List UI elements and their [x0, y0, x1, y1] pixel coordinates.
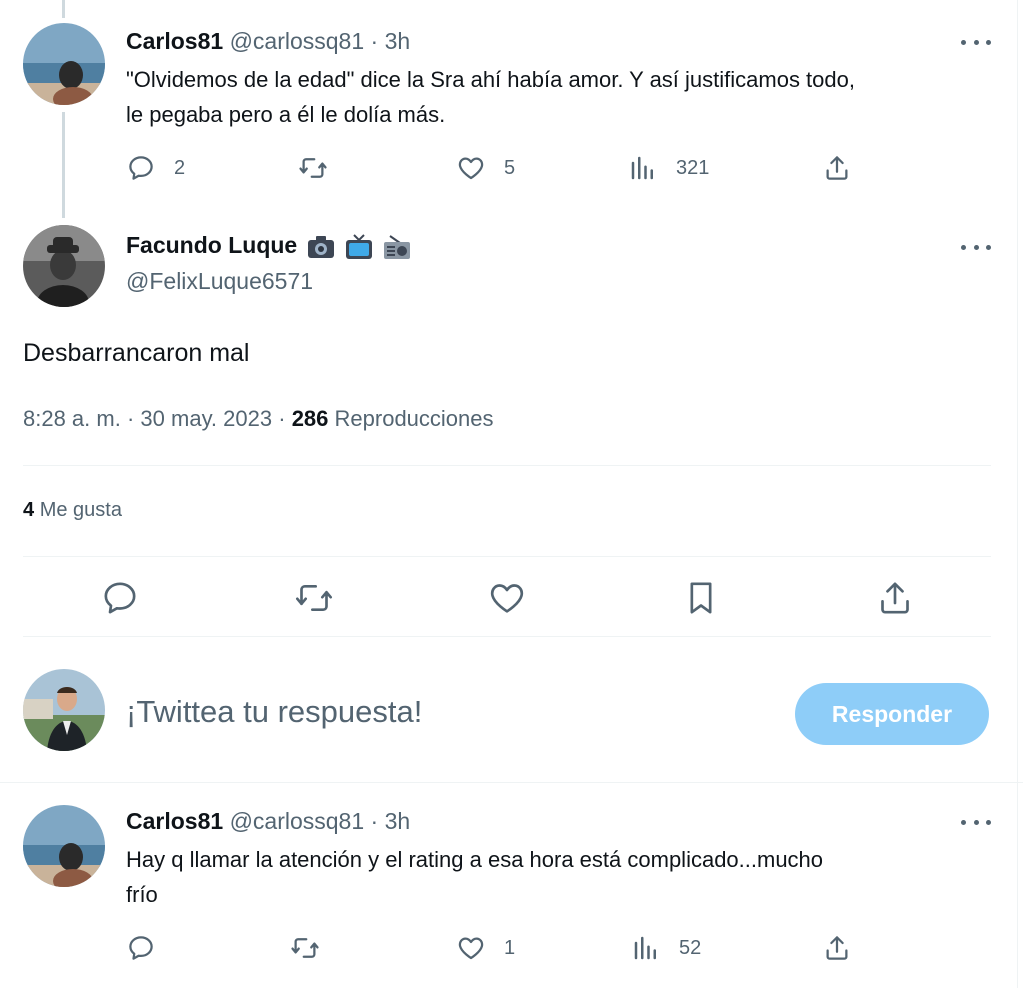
divider-1 [23, 465, 991, 466]
heart-icon [458, 157, 484, 180]
reply1-text: "Olvidemos de la edad" dice la Sra ahí h… [126, 62, 1006, 132]
main-meta-row: 8:28 a. m. · 30 may. 2023 · 286 Reproduc… [23, 406, 494, 432]
main-more-icon[interactable] [961, 242, 991, 252]
main-time[interactable]: 8:28 a. m. [23, 406, 121, 431]
reply1-reply-count: 2 [174, 156, 186, 179]
reply-icon [129, 156, 153, 180]
reply1-more-icon[interactable] [961, 37, 991, 47]
avatar-carlos81[interactable] [23, 23, 105, 105]
thread-line-top [62, 0, 65, 18]
share-icon [826, 156, 848, 180]
reply1-handle[interactable]: @carlossq81 [230, 28, 365, 54]
camera-emoji-icon [307, 235, 334, 258]
reply1-time[interactable]: 3h [385, 28, 411, 54]
reply2-header: Carlos81 @carlossq81 · 3h [126, 808, 410, 835]
main-author-row: Facundo Luque [126, 232, 412, 260]
main-tweet-text: Desbarrancaron mal [23, 339, 250, 367]
reply2-retweet-button[interactable] [290, 933, 338, 963]
thread-line-connector [62, 112, 65, 218]
reply2-share-button[interactable] [822, 933, 852, 963]
reply1-views-count: 321 [676, 156, 710, 179]
divider-3 [23, 636, 991, 637]
divider-right-edge [1017, 0, 1018, 988]
reply2-like-button[interactable]: 1 [456, 933, 515, 963]
retweet-icon [299, 158, 327, 178]
reply1-like-button[interactable]: 5 [456, 153, 515, 183]
reply1-share-button[interactable] [822, 153, 852, 183]
reply1-author-name[interactable]: Carlos81 [126, 28, 223, 54]
reply2-handle[interactable]: @carlossq81 [230, 808, 365, 834]
reply2-author-name[interactable]: Carlos81 [126, 808, 223, 834]
main-views-count: 286 [291, 406, 329, 431]
reply1-views-button[interactable]: 321 [628, 153, 709, 183]
reply2-views-button[interactable]: 52 [631, 933, 701, 963]
reply2-time[interactable]: 3h [385, 808, 411, 834]
reply1-retweet-button[interactable] [298, 153, 346, 183]
main-likes-label: Me gusta [39, 499, 122, 521]
main-share-button[interactable] [875, 578, 915, 618]
reply2-text: Hay q llamar la atención y el rating a e… [126, 842, 1006, 912]
main-views-label: Reproducciones [334, 406, 494, 431]
reply1-reply-button[interactable]: 2 [126, 153, 185, 183]
bookmark-icon [690, 582, 712, 614]
heart-icon [490, 584, 524, 613]
reply1-header: Carlos81 @carlossq81 · 3h [126, 28, 410, 55]
main-author-name[interactable]: Facundo Luque [126, 232, 297, 258]
views-icon [631, 156, 653, 180]
share-icon [826, 936, 848, 960]
reply2-views-count: 52 [679, 936, 702, 959]
radio-emoji-icon [384, 235, 411, 259]
reply-composer-input[interactable]: ¡Twittea tu respuesta! [126, 694, 422, 730]
divider-2 [23, 556, 991, 557]
main-date[interactable]: 30 may. 2023 [140, 406, 272, 431]
tv-emoji-icon [346, 234, 372, 259]
reply-icon [129, 936, 153, 960]
reply1-text-line2: le pegaba pero a él le dolía más. [126, 102, 446, 127]
main-bookmark-button[interactable] [681, 578, 721, 618]
retweet-icon [296, 585, 332, 611]
main-reply-button[interactable] [100, 578, 140, 618]
responder-button[interactable]: Responder [795, 683, 989, 745]
divider-4 [0, 782, 1023, 783]
main-handle[interactable]: @FelixLuque6571 [126, 268, 313, 295]
reply-icon [104, 582, 136, 614]
reply2-reply-button[interactable] [126, 933, 174, 963]
main-likes-summary[interactable]: 4 Me gusta [23, 499, 122, 522]
main-separator-1: · [126, 406, 135, 431]
share-icon [881, 582, 909, 614]
main-retweet-button[interactable] [294, 578, 334, 618]
avatar-facundo-luque[interactable] [23, 225, 105, 307]
reply1-like-count: 5 [504, 156, 516, 179]
reply2-text-line2: frío [126, 882, 158, 907]
main-like-button[interactable] [487, 578, 527, 618]
reply1-separator: · [370, 28, 379, 54]
reply2-like-count: 1 [504, 936, 516, 959]
reply2-more-icon[interactable] [961, 817, 991, 827]
reply2-text-line1: Hay q llamar la atención y el rating a e… [126, 847, 824, 872]
main-separator-2: · [278, 406, 286, 431]
heart-icon [458, 937, 484, 960]
views-icon [634, 936, 656, 960]
reply2-separator: · [370, 808, 379, 834]
retweet-icon [291, 938, 319, 958]
reply1-text-line1: "Olvidemos de la edad" dice la Sra ahí h… [126, 67, 855, 92]
avatar-carlos81-2[interactable] [23, 805, 105, 887]
avatar-current-user[interactable] [23, 669, 105, 751]
main-likes-count: 4 [23, 499, 35, 521]
